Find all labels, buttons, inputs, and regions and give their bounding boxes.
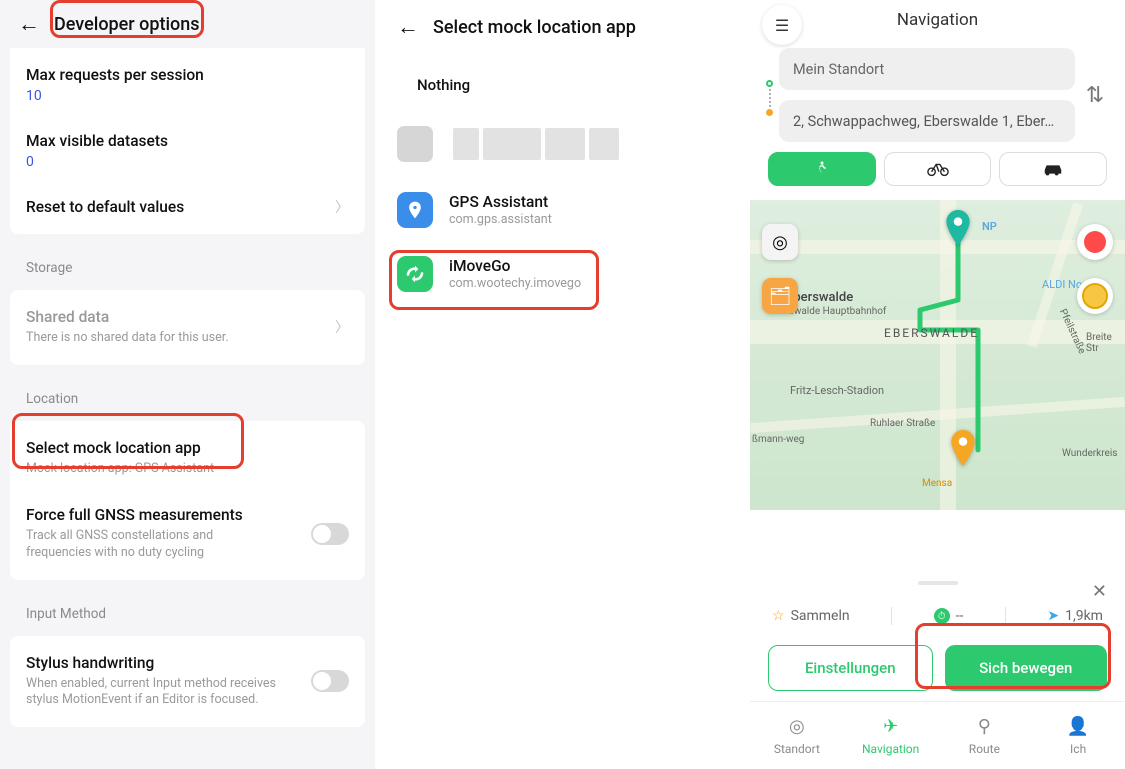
route-dots-icon bbox=[766, 74, 773, 116]
mode-car[interactable] bbox=[999, 152, 1107, 186]
map-ctl-tools[interactable]: 🗂 bbox=[762, 278, 798, 314]
header: ← Select mock location app bbox=[375, 0, 750, 54]
stylus-toggle[interactable] bbox=[311, 670, 349, 692]
page-title: Navigation bbox=[762, 6, 1113, 40]
option-imovego[interactable]: iMoveGo com.wootechy.imovego bbox=[375, 242, 750, 306]
mode-walk[interactable] bbox=[768, 152, 876, 186]
chevron-right-icon: 〉 bbox=[335, 197, 349, 217]
drag-handle[interactable] bbox=[918, 581, 958, 585]
back-arrow-icon[interactable]: ← bbox=[12, 5, 46, 43]
route-icon: ⚲ bbox=[978, 716, 991, 737]
map[interactable]: NP ALDI Nord Eberswalde erswalde Hauptba… bbox=[750, 200, 1125, 510]
settings-card-input: Stylus handwriting When enabled, current… bbox=[10, 636, 365, 728]
button-row: Einstellungen Sich bewegen bbox=[768, 645, 1107, 691]
move-button[interactable]: Sich bewegen bbox=[945, 645, 1108, 691]
nav-header: ☰ Navigation Mein Standort 2, Schwappach… bbox=[750, 0, 1125, 200]
to-field[interactable]: 2, Schwappachweg, Eberswalde 1, Eber… bbox=[779, 100, 1075, 142]
from-field[interactable]: Mein Standort bbox=[779, 48, 1075, 90]
row-select-mock-location[interactable]: Select mock location app Mock location a… bbox=[10, 425, 365, 492]
row-reset-defaults[interactable]: Reset to default values 〉 bbox=[10, 184, 365, 230]
mode-bike[interactable] bbox=[884, 152, 992, 186]
section-location-label: Location bbox=[0, 373, 375, 413]
settings-card-location: Select mock location app Mock location a… bbox=[10, 421, 365, 580]
row-shared-data[interactable]: Shared data There is no shared data for … bbox=[10, 294, 365, 361]
chevron-right-icon: 〉 bbox=[335, 317, 349, 337]
screen-developer-options: ← Developer options Max requests per ses… bbox=[0, 0, 375, 769]
row-max-datasets[interactable]: Max visible datasets 0 bbox=[10, 118, 365, 184]
screen-navigation: ☰ Navigation Mein Standort 2, Schwappach… bbox=[750, 0, 1125, 769]
time-segment: ⏱ -- bbox=[934, 608, 964, 624]
section-storage-label: Storage bbox=[0, 242, 375, 282]
location-icon: ◎ bbox=[789, 716, 805, 737]
gnss-toggle[interactable] bbox=[311, 523, 349, 545]
tab-ich[interactable]: 👤 Ich bbox=[1031, 702, 1125, 769]
navigation-icon: ✈ bbox=[883, 716, 898, 737]
row-stylus[interactable]: Stylus handwriting When enabled, current… bbox=[10, 640, 365, 724]
option-nothing[interactable]: Nothing bbox=[375, 54, 750, 116]
tab-bar: ◎ Standort ✈ Navigation ⚲ Route 👤 Ich bbox=[750, 701, 1125, 769]
settings-card-1: Max requests per session 10 Max visible … bbox=[10, 48, 365, 234]
menu-button[interactable]: ☰ bbox=[762, 5, 802, 45]
collect-segment[interactable]: ☆ Sammeln bbox=[772, 608, 850, 624]
settings-button[interactable]: Einstellungen bbox=[768, 645, 933, 691]
tab-route[interactable]: ⚲ Route bbox=[938, 702, 1032, 769]
location-inputs: Mein Standort 2, Schwappachweg, Eberswal… bbox=[762, 40, 1113, 152]
close-icon[interactable]: ✕ bbox=[1092, 581, 1107, 602]
row-force-gnss[interactable]: Force full GNSS measurements Track all G… bbox=[10, 492, 365, 576]
pixelated-app-row[interactable] bbox=[375, 116, 750, 178]
route-line bbox=[750, 200, 1125, 510]
page-title: Select mock location app bbox=[433, 17, 636, 38]
map-ctl-record[interactable] bbox=[1077, 224, 1113, 260]
header: ← Developer options bbox=[0, 0, 375, 48]
imovego-icon bbox=[397, 256, 433, 292]
info-row: ☆ Sammeln ⏱ -- ➤ 1,9km bbox=[768, 589, 1107, 645]
pin-end bbox=[950, 430, 976, 466]
gps-assistant-icon bbox=[397, 192, 433, 228]
pin-start bbox=[945, 210, 971, 246]
map-ctl-radar[interactable]: ◎ bbox=[762, 224, 798, 260]
swap-icon[interactable]: ⇅ bbox=[1081, 81, 1109, 109]
page-title: Developer options bbox=[54, 14, 200, 35]
section-input-label: Input Method bbox=[0, 588, 375, 628]
settings-card-storage: Shared data There is no shared data for … bbox=[10, 290, 365, 365]
bottom-panel: ✕ ☆ Sammeln ⏱ -- ➤ 1,9km Einstellungen S… bbox=[750, 569, 1125, 701]
tab-standort[interactable]: ◎ Standort bbox=[750, 702, 844, 769]
screen-select-mock-app: ← Select mock location app Nothing GPS A… bbox=[375, 0, 750, 769]
profile-icon: 👤 bbox=[1067, 716, 1089, 737]
back-arrow-icon[interactable]: ← bbox=[391, 8, 425, 46]
map-ctl-coin[interactable] bbox=[1077, 278, 1113, 314]
row-max-requests[interactable]: Max requests per session 10 bbox=[10, 52, 365, 118]
tab-navigation[interactable]: ✈ Navigation bbox=[844, 702, 938, 769]
distance-segment: ➤ 1,9km bbox=[1047, 608, 1103, 624]
mode-row bbox=[762, 152, 1113, 196]
option-gps-assistant[interactable]: GPS Assistant com.gps.assistant bbox=[375, 178, 750, 242]
